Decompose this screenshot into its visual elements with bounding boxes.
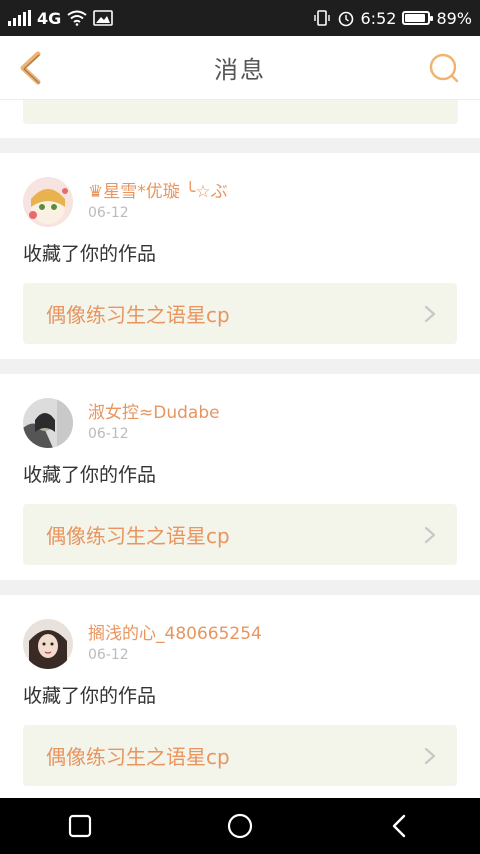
avatar[interactable] — [23, 619, 73, 669]
recent-apps-button[interactable] — [60, 806, 100, 846]
work-link[interactable]: 偶像练习生之语星cp — [23, 725, 457, 786]
network-type: 4G — [37, 8, 62, 28]
wifi-icon — [67, 10, 87, 26]
search-icon — [429, 53, 459, 83]
status-bar: 4G 6:52 89% — [0, 0, 480, 36]
work-title: 偶像练习生之语星cp — [46, 745, 230, 769]
chevron-right-icon — [424, 305, 436, 322]
user-row: ♛星雪*优璇 ╰☆ぶ 06-12 — [23, 177, 457, 227]
user-row: 搁浅的心_480665254 06-12 — [23, 619, 457, 669]
work-title: 偶像练习生之语星cp — [46, 524, 230, 548]
work-link[interactable]: 偶像练习生之语星cp — [23, 283, 457, 344]
user-row: 淑女控≈Dudabe 06-12 — [23, 398, 457, 448]
user-info: 淑女控≈Dudabe 06-12 — [88, 402, 220, 444]
message-card: 搁浅的心_480665254 06-12 收藏了你的作品 偶像练习生之语星cp — [0, 595, 480, 798]
message-date: 06-12 — [88, 647, 129, 663]
work-title: 偶像练习生之语星cp — [46, 303, 230, 327]
message-date: 06-12 — [88, 426, 129, 442]
system-back-button[interactable] — [380, 806, 420, 846]
message-card-partial — [0, 100, 480, 138]
work-link-partial[interactable] — [23, 100, 458, 124]
top-app-bar: 消息 — [0, 36, 480, 100]
battery-percent: 89% — [436, 8, 472, 28]
user-name[interactable]: ♛星雪*优璇 ╰☆ぶ — [88, 181, 228, 203]
image-notification-icon — [93, 10, 114, 26]
triangle-back-icon — [392, 814, 406, 838]
back-button[interactable] — [12, 48, 52, 88]
system-nav-bar — [0, 798, 480, 854]
status-right: 6:52 89% — [313, 8, 472, 28]
signal-icon — [8, 10, 31, 26]
message-card: ♛星雪*优璇 ╰☆ぶ 06-12 收藏了你的作品 偶像练习生之语星cp — [0, 153, 480, 359]
message-list[interactable]: ♛星雪*优璇 ╰☆ぶ 06-12 收藏了你的作品 偶像练习生之语星cp 淑女控≈… — [0, 100, 480, 798]
action-text: 收藏了你的作品 — [23, 685, 157, 707]
action-text: 收藏了你的作品 — [23, 243, 157, 265]
circle-icon — [227, 813, 253, 839]
search-button[interactable] — [426, 50, 462, 86]
action-text: 收藏了你的作品 — [23, 464, 157, 486]
square-icon — [68, 814, 92, 838]
message-card: 淑女控≈Dudabe 06-12 收藏了你的作品 偶像练习生之语星cp — [0, 374, 480, 580]
home-button[interactable] — [220, 806, 260, 846]
chevron-right-icon — [424, 747, 436, 764]
vibrate-icon — [313, 10, 330, 26]
chevron-right-icon — [424, 526, 436, 543]
user-info: ♛星雪*优璇 ╰☆ぶ 06-12 — [88, 181, 228, 223]
status-left: 4G — [8, 8, 114, 28]
work-link[interactable]: 偶像练习生之语星cp — [23, 504, 457, 565]
alarm-icon — [338, 11, 353, 27]
user-name[interactable]: 淑女控≈Dudabe — [88, 402, 220, 424]
message-date: 06-12 — [88, 205, 129, 221]
avatar[interactable] — [23, 177, 73, 227]
user-info: 搁浅的心_480665254 06-12 — [88, 623, 262, 665]
avatar[interactable] — [23, 398, 73, 448]
clock-time: 6:52 — [360, 8, 397, 28]
battery-icon — [402, 11, 434, 25]
page-title: 消息 — [214, 56, 266, 84]
user-name[interactable]: 搁浅的心_480665254 — [88, 623, 262, 645]
chevron-left-icon — [20, 51, 41, 85]
